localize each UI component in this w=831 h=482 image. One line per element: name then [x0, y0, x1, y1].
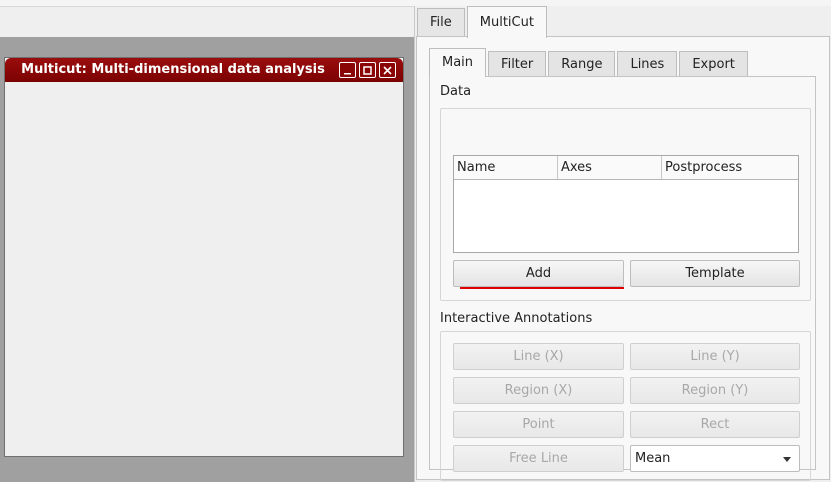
- add-button-label: Add: [525, 266, 552, 281]
- tab-main[interactable]: Main: [429, 48, 487, 77]
- maximize-icon[interactable]: [359, 62, 376, 78]
- window-title: Multicut: Multi-dimensional data analysi…: [21, 62, 325, 77]
- free-line-button[interactable]: Free Line: [453, 445, 624, 472]
- template-button[interactable]: Template: [630, 260, 800, 287]
- rect-button[interactable]: Rect: [630, 411, 800, 438]
- close-icon[interactable]: [379, 62, 396, 78]
- column-header-axes[interactable]: Axes: [558, 156, 662, 179]
- main-tab-pane: Data Name Axes Postprocess Add Template: [429, 76, 816, 481]
- subwindow-titlebar[interactable]: Multicut: Multi-dimensional data analysi…: [5, 58, 403, 82]
- tab-filter[interactable]: Filter: [488, 51, 547, 77]
- data-section-label: Data: [440, 84, 472, 99]
- outer-tab-bar: File MultiCut: [417, 6, 549, 38]
- add-button[interactable]: Add: [453, 260, 624, 289]
- right-dock-panel: File MultiCut Main Filter Range Lines Ex…: [414, 6, 831, 482]
- tab-export[interactable]: Export: [679, 51, 748, 77]
- mdi-area: Multicut: Multi-dimensional data analysi…: [0, 37, 414, 482]
- data-table[interactable]: Name Axes Postprocess: [453, 155, 799, 253]
- data-groupbox: Name Axes Postprocess Add Template: [440, 108, 811, 301]
- minimize-icon[interactable]: [339, 62, 356, 78]
- mode-select[interactable]: Mean: [630, 445, 800, 472]
- inner-tab-bar: Main Filter Range Lines Export: [429, 48, 750, 77]
- tab-range[interactable]: Range: [548, 51, 616, 77]
- data-table-header: Name Axes Postprocess: [454, 156, 798, 180]
- point-button[interactable]: Point: [453, 411, 624, 438]
- template-button-label: Template: [685, 266, 745, 281]
- column-header-name[interactable]: Name: [454, 156, 558, 179]
- region-y-button[interactable]: Region (Y): [630, 377, 800, 404]
- multicut-subwindow: Multicut: Multi-dimensional data analysi…: [4, 57, 404, 457]
- multicut-tab-pane: Main Filter Range Lines Export Data Name…: [416, 36, 830, 481]
- column-header-postprocess[interactable]: Postprocess: [662, 156, 798, 179]
- chevron-down-icon: [783, 457, 791, 462]
- mode-select-value: Mean: [635, 451, 671, 466]
- annotations-groupbox: Line (X) Line (Y) Region (X) Region (Y) …: [440, 331, 811, 481]
- tab-multicut[interactable]: MultiCut: [466, 6, 547, 38]
- line-y-button[interactable]: Line (Y): [630, 343, 800, 370]
- line-x-button[interactable]: Line (X): [453, 343, 624, 370]
- tab-lines[interactable]: Lines: [617, 51, 678, 77]
- region-x-button[interactable]: Region (X): [453, 377, 624, 404]
- focus-underline: [460, 287, 624, 289]
- tab-file[interactable]: File: [417, 8, 465, 37]
- annotations-section-label: Interactive Annotations: [440, 311, 593, 326]
